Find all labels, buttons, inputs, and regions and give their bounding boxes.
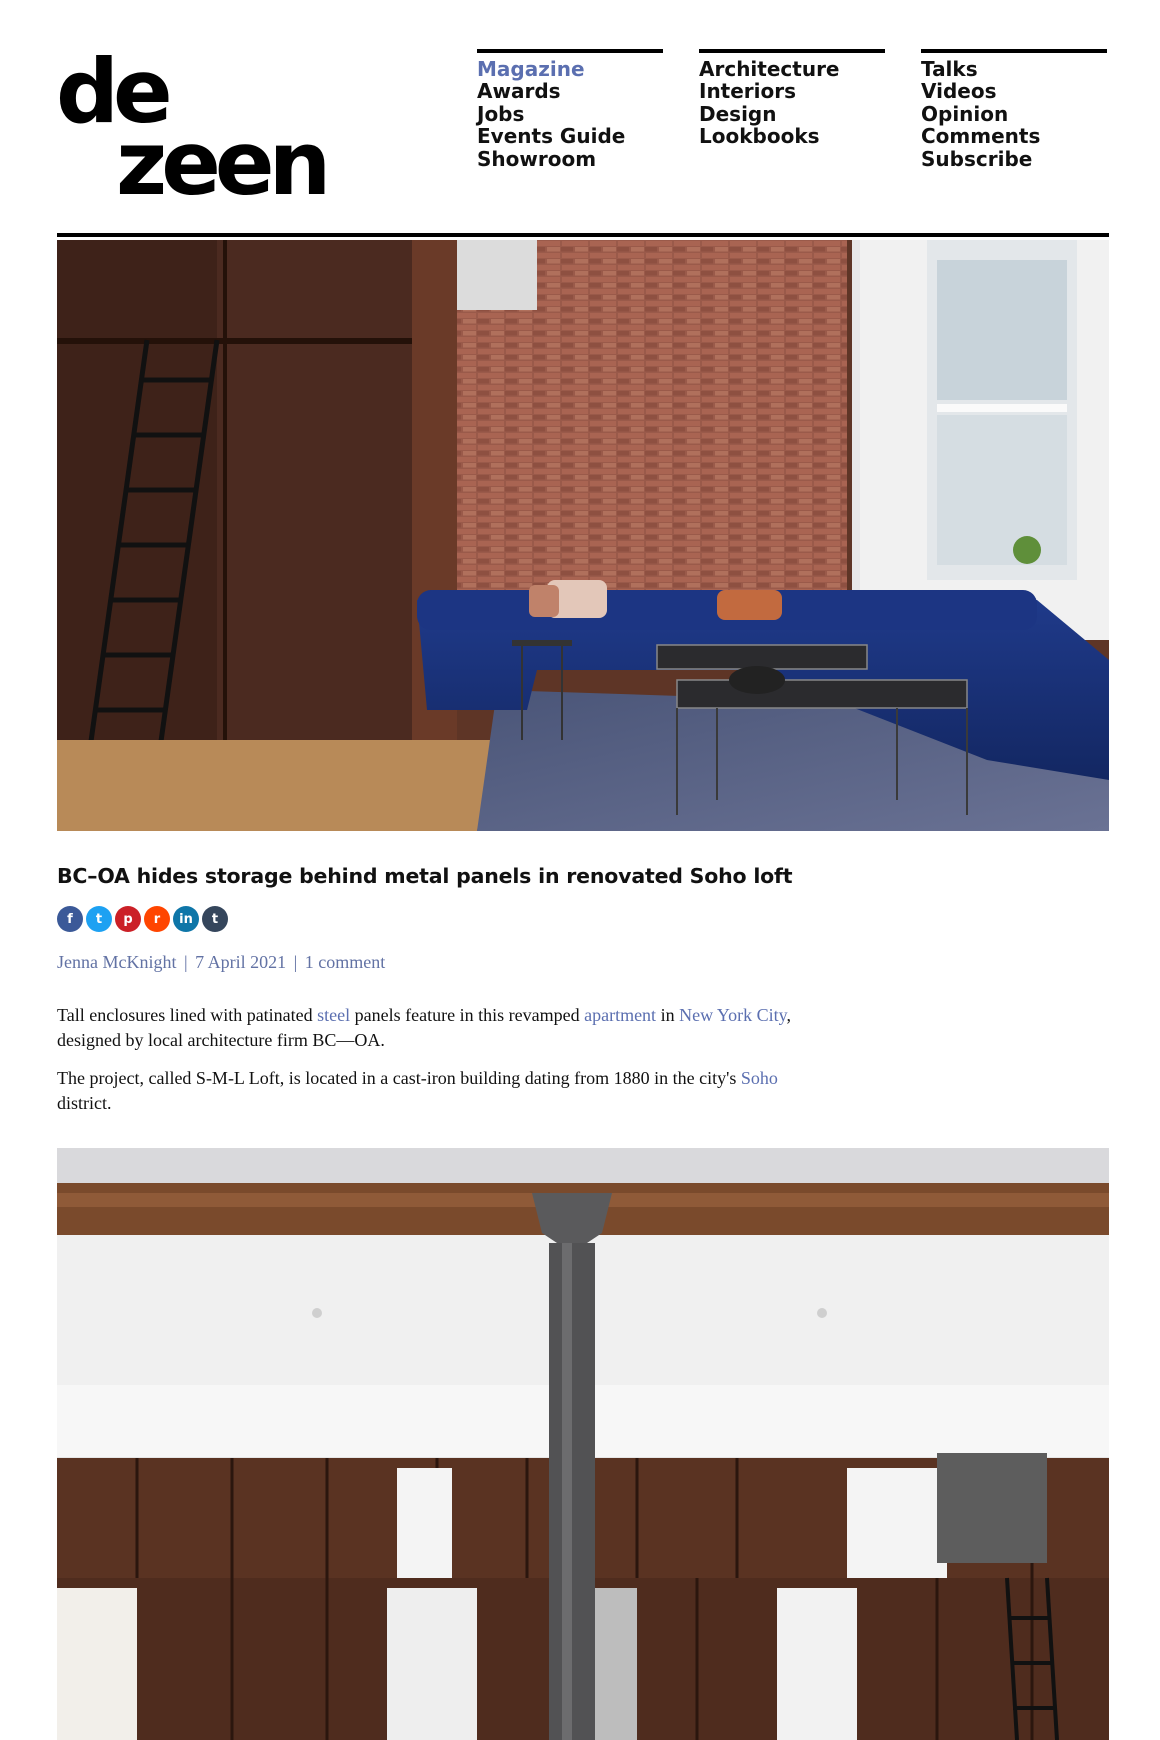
nav-link-jobs[interactable]: Jobs (477, 102, 663, 125)
nav-link-magazine[interactable]: Magazine (477, 58, 663, 81)
body-text: panels feature in this revamped (350, 1005, 585, 1025)
reddit-icon[interactable]: r (144, 906, 170, 932)
body-text: Tall enclosures lined with patinated (57, 1005, 318, 1025)
nav-link-lookbooks[interactable]: Lookbooks (699, 125, 885, 148)
nav-link-comments[interactable]: Comments (921, 125, 1107, 148)
nav-link-showroom[interactable]: Showroom (477, 147, 663, 170)
author-link[interactable]: Jenna McKnight (57, 952, 176, 972)
nav-link-awards[interactable]: Awards (477, 80, 663, 103)
nav-link-architecture[interactable]: Architecture (699, 58, 885, 81)
body-paragraph-2: The project, called S-M-L Loft, is locat… (57, 1066, 797, 1116)
nav-link-videos[interactable]: Videos (921, 80, 1107, 103)
byline-separator: | (293, 952, 298, 972)
nav-column-3: Talks Videos Opinion Comments Subscribe (921, 49, 1107, 170)
nav-column-2: Architecture Interiors Design Lookbooks (699, 49, 885, 148)
linkedin-icon[interactable]: in (173, 906, 199, 932)
article-title[interactable]: BC–OA hides storage behind metal panels … (57, 864, 957, 888)
link-apartment[interactable]: apartment (584, 1005, 656, 1025)
nav-column-1: Magazine Awards Jobs Events Guide Showro… (477, 49, 663, 170)
pinterest-icon[interactable]: p (115, 906, 141, 932)
date-link[interactable]: 7 April 2021 (195, 952, 286, 972)
body-paragraph-1: Tall enclosures lined with patinated ste… (57, 1003, 797, 1053)
hero-image[interactable] (57, 240, 1109, 831)
byline: Jenna McKnight | 7 April 2021 | 1 commen… (57, 952, 385, 973)
nav-link-opinion[interactable]: Opinion (921, 102, 1107, 125)
dezeen-logo[interactable]: de zeen (56, 48, 346, 208)
link-soho[interactable]: Soho (741, 1068, 778, 1088)
body-text: district. (57, 1093, 112, 1113)
nav-link-interiors[interactable]: Interiors (699, 80, 885, 103)
facebook-icon[interactable]: f (57, 906, 83, 932)
logo-line-zeen: zeen (116, 112, 331, 215)
nav-link-design[interactable]: Design (699, 102, 885, 125)
byline-separator: | (183, 952, 188, 972)
header-divider (57, 233, 1109, 237)
tumblr-icon[interactable]: t (202, 906, 228, 932)
twitter-icon[interactable]: t (86, 906, 112, 932)
nav-link-events-guide[interactable]: Events Guide (477, 125, 663, 148)
link-steel[interactable]: steel (317, 1005, 350, 1025)
article-image-2[interactable] (57, 1148, 1109, 1740)
share-bar: f t p r in t (57, 906, 228, 932)
body-text: The project, called S-M-L Loft, is locat… (57, 1068, 741, 1088)
body-text: in (656, 1005, 680, 1025)
nav-link-talks[interactable]: Talks (921, 58, 1107, 81)
nav-link-subscribe[interactable]: Subscribe (921, 147, 1107, 170)
comments-link[interactable]: 1 comment (305, 952, 385, 972)
link-new-york-city[interactable]: New York City (679, 1005, 786, 1025)
